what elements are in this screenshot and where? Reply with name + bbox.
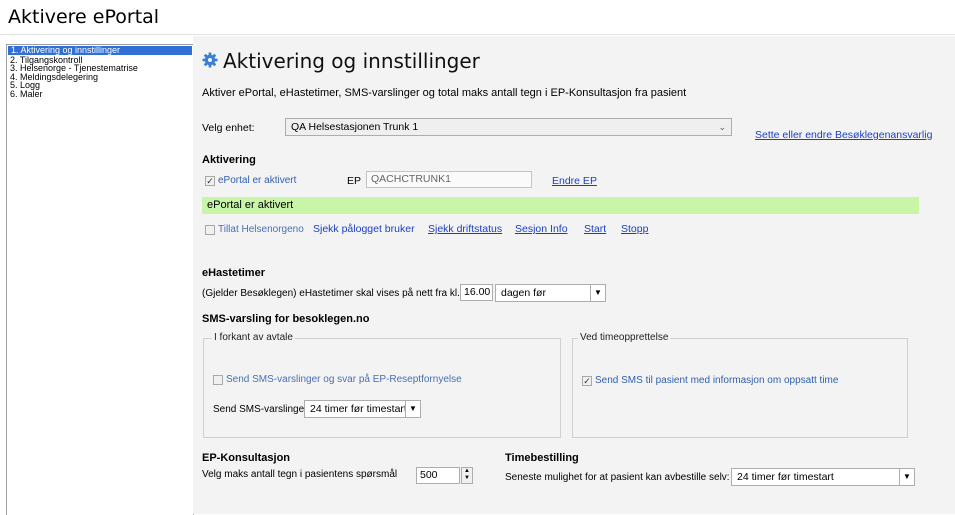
- nav-list[interactable]: 1. Aktivering og innstillinger 2. Tilgan…: [6, 44, 194, 515]
- sms-title: SMS-varsling for besoklegen.no: [202, 313, 370, 325]
- ep-label: EP: [347, 175, 362, 187]
- sjekk-drift-link[interactable]: Sjekk driftstatus: [428, 223, 502, 235]
- konsultasjon-title: EP-Konsultasjon: [202, 452, 291, 464]
- forkant-sms-checkbox-label: Send SMS-varslinger og svar på EP-Resept…: [226, 374, 462, 385]
- start-link[interactable]: Start: [584, 223, 606, 235]
- timeopprettelse-sms-checkbox[interactable]: ✓: [582, 376, 592, 386]
- send-sms-value: 24 timer før timestart: [310, 403, 407, 415]
- besoklegenansvarlig-link[interactable]: Sette eller endre Besøklegenansvarlig: [755, 129, 932, 141]
- eportal-checkbox[interactable]: ✓: [205, 176, 215, 186]
- forkant-group-title: I forkant av avtale: [212, 332, 295, 343]
- konsultasjon-spinner[interactable]: ▲ ▼: [461, 467, 473, 484]
- unit-select-value: QA Helsestasjonen Trunk 1: [291, 121, 419, 133]
- nav-item-aktivering[interactable]: 1. Aktivering og innstillinger: [8, 46, 192, 55]
- helsenorge-checkbox[interactable]: [205, 225, 215, 235]
- helsenorge-checkbox-label: Tillat Helsenorgeno: [218, 224, 304, 235]
- timeopprettelse-group-title: Ved timeopprettelse: [578, 332, 671, 343]
- nav-item-maler[interactable]: 6. Maler: [7, 90, 193, 99]
- timebestilling-label: Seneste mulighet for at pasient kan avbe…: [505, 472, 730, 483]
- send-sms-label: Send SMS-varslinger: [213, 404, 308, 415]
- ehastetimer-when-select[interactable]: dagen før ▼: [495, 284, 606, 302]
- aktivering-title: Aktivering: [202, 154, 256, 166]
- dropdown-arrow-icon: ▼: [590, 285, 605, 301]
- gear-icon: [202, 52, 218, 68]
- konsultasjon-label: Velg maks antall tegn i pasientens spørs…: [202, 469, 398, 480]
- sesjon-info-link[interactable]: Sesjon Info: [515, 223, 568, 235]
- page-title: Aktivering og innstillinger: [223, 49, 480, 73]
- ehastetimer-time-field[interactable]: 16.00: [460, 284, 493, 301]
- forkant-group: [203, 338, 561, 438]
- timeopprettelse-sms-checkbox-label: Send SMS til pasient med informasjon om …: [595, 375, 839, 386]
- unit-label: Velg enhet:: [202, 122, 255, 134]
- window-title: Aktivere ePortal: [8, 6, 160, 28]
- send-sms-select[interactable]: 24 timer før timestart ▼: [304, 400, 421, 418]
- sjekk-bruker-link[interactable]: Sjekk pålogget bruker: [313, 223, 415, 235]
- ep-field[interactable]: QACHCTRUNK1: [366, 171, 532, 188]
- eportal-status-bar: ePortal er aktivert: [202, 197, 919, 214]
- dropdown-arrow-icon: ▼: [405, 401, 420, 417]
- page-description: Aktiver ePortal, eHastetimer, SMS-varsli…: [202, 87, 687, 99]
- timeopprettelse-group: [572, 338, 908, 438]
- chevron-down-icon: ⌄: [718, 122, 726, 132]
- ehastetimer-label: (Gjelder Besøklegen) eHastetimer skal vi…: [202, 288, 460, 299]
- timebestilling-value: 24 timer før timestart: [737, 471, 834, 483]
- unit-select[interactable]: QA Helsestasjonen Trunk 1 ⌄: [285, 118, 732, 136]
- main-panel: [193, 36, 955, 514]
- ehastetimer-when-value: dagen før: [501, 287, 546, 299]
- forkant-sms-checkbox[interactable]: [213, 375, 223, 385]
- ehastetimer-title: eHastetimer: [202, 267, 265, 279]
- dropdown-arrow-icon: ▼: [899, 469, 914, 485]
- timebestilling-title: Timebestilling: [505, 452, 579, 464]
- stopp-link[interactable]: Stopp: [621, 223, 648, 235]
- timebestilling-select[interactable]: 24 timer før timestart ▼: [731, 468, 915, 486]
- title-separator: [0, 34, 955, 35]
- konsultasjon-max-field[interactable]: 500: [416, 467, 460, 484]
- eportal-checkbox-label: ePortal er aktivert: [218, 175, 297, 186]
- endre-ep-link[interactable]: Endre EP: [552, 175, 597, 187]
